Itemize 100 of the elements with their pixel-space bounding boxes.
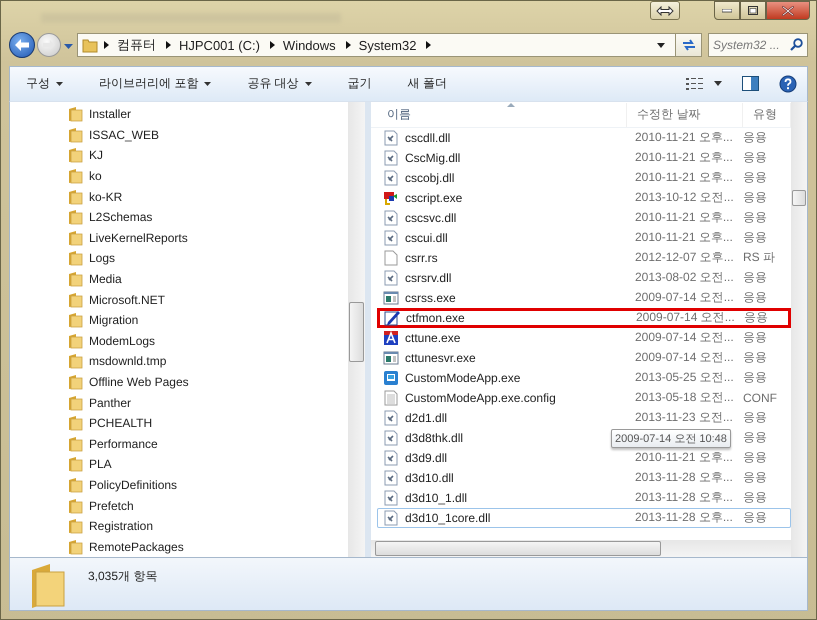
- toolbar-button[interactable]: 새 폴더: [398, 70, 458, 97]
- file-row[interactable]: csrr.rs 2012-12-07 오후... RS 파: [377, 248, 791, 268]
- folder-tree-item[interactable]: Performance: [68, 433, 348, 454]
- folder-tree-item[interactable]: Microsoft.NET: [68, 289, 348, 310]
- file-row[interactable]: cscobj.dll 2010-11-21 오후... 응용: [377, 168, 791, 188]
- maximize-button[interactable]: [740, 1, 766, 20]
- scroll-thumb[interactable]: [792, 190, 806, 206]
- column-header[interactable]: 수정한 날짜: [627, 102, 743, 127]
- folder-tree-item[interactable]: ISSAC_WEB: [68, 124, 348, 146]
- caret-icon: [714, 81, 722, 86]
- search-icon[interactable]: [790, 38, 803, 52]
- file-row[interactable]: CscMig.dll 2010-11-21 오후... 응용: [377, 148, 791, 168]
- folder-tree-item[interactable]: KJ: [68, 145, 348, 166]
- folder-tree-item[interactable]: PLA: [68, 454, 348, 475]
- breadcrumb-arrow-icon[interactable]: [166, 41, 171, 50]
- folder-tree-item[interactable]: Installer: [68, 104, 348, 125]
- folder-tree-item[interactable]: Migration: [68, 310, 348, 330]
- file-row[interactable]: d3d10_1core.dll 2013-11-28 오후... 응용: [377, 508, 791, 528]
- scrollbar[interactable]: [791, 102, 807, 557]
- file-row[interactable]: cscui.dll 2010-11-21 오후... 응용: [377, 228, 791, 248]
- folder-tree-item[interactable]: PCHEALTH: [68, 412, 348, 434]
- toolbar-button[interactable]: 공유 대상: [237, 70, 322, 97]
- date-text: 2013-05-25 오전...: [635, 369, 734, 386]
- toolbar-button[interactable]: 라이브러리에 포함: [89, 70, 222, 97]
- file-row[interactable]: cscdll.dll 2010-11-21 오후... 응용: [377, 128, 791, 148]
- folder-tree-item[interactable]: ko: [68, 166, 348, 186]
- file-name: d3d8thk.dll: [405, 430, 464, 445]
- folder-tree-item[interactable]: msdownld.tmp: [68, 351, 348, 372]
- date-text: 2009-07-14 오전...: [635, 349, 734, 366]
- folder-icon: [68, 147, 83, 164]
- scroll-thumb[interactable]: [349, 302, 364, 362]
- refresh-button[interactable]: [676, 33, 702, 58]
- breadcrumb[interactable]: System32: [358, 38, 416, 53]
- folder-icon: [68, 332, 83, 349]
- scrollbar[interactable]: [348, 102, 365, 557]
- folder-tree-item[interactable]: PolicyDefinitions: [68, 474, 348, 496]
- minimize-button[interactable]: [714, 1, 740, 20]
- close-button[interactable]: [766, 1, 810, 20]
- type-text: 응용: [743, 369, 767, 386]
- file-row[interactable]: cttunesvr.exe 2009-07-14 오전... 응용: [377, 348, 791, 368]
- file-row[interactable]: ctfmon.exe 2009-07-14 오전... 응용: [377, 308, 791, 328]
- file-row[interactable]: d3d9.dll 2010-11-21 오후... 응용: [377, 448, 791, 468]
- date-text: 2010-11-21 오후...: [635, 169, 733, 186]
- date-text: 2013-11-23 오전...: [635, 409, 733, 426]
- folder-icon: [68, 436, 83, 452]
- file-row[interactable]: d3d8thk.dll 2009-07-14 오전 10:48 응용: [377, 428, 791, 448]
- file-name: d3d10_1.dll: [405, 490, 468, 505]
- breadcrumb-arrow-icon[interactable]: [426, 41, 432, 50]
- back-button[interactable]: [9, 32, 35, 58]
- folder-tree-item[interactable]: ko-KR: [68, 186, 348, 207]
- file-row[interactable]: CustomModeApp.exe.config 2013-05-18 오전... CONF: [377, 388, 791, 408]
- scroll-thumb[interactable]: [375, 541, 661, 556]
- file-row[interactable]: csrsrv.dll 2013-08-02 오전... 응용: [377, 268, 791, 288]
- folder-icon: [68, 394, 83, 411]
- folder-icon: [68, 312, 83, 328]
- search-field[interactable]: System32 ...: [708, 33, 808, 58]
- type-text: 응용: [743, 449, 767, 466]
- folder-tree-item[interactable]: Registration: [68, 516, 348, 536]
- breadcrumb-arrow-icon[interactable]: [104, 41, 109, 50]
- folder-icon: [68, 415, 83, 432]
- file-name: cscui.dll: [405, 230, 448, 245]
- file-row[interactable]: d3d10_1.dll 2013-11-28 오후... 응용: [377, 488, 791, 508]
- folder-tree-item[interactable]: RemotePackages: [68, 536, 348, 557]
- folder-tree-item[interactable]: Logs: [68, 248, 348, 269]
- file-row[interactable]: cscsvc.dll 2010-11-21 오후... 응용: [377, 208, 791, 228]
- column-header[interactable]: 이름: [377, 102, 627, 127]
- file-row[interactable]: d3d10.dll 2013-11-28 오후... 응용: [377, 468, 791, 488]
- breadcrumb-arrow-icon[interactable]: [346, 41, 351, 50]
- horizontal-scrollbar[interactable]: [371, 540, 791, 557]
- folder-tree-item[interactable]: ModemLogs: [68, 330, 348, 352]
- file-row[interactable]: csrss.exe 2009-07-14 오전... 응용: [377, 288, 791, 308]
- file-icon: [383, 430, 399, 446]
- dropdown-caret-icon[interactable]: [657, 42, 665, 48]
- file-row[interactable]: CustomModeApp.exe 2013-05-25 오전... 응용: [377, 368, 791, 388]
- date-text: 2010-11-21 오후...: [635, 449, 733, 466]
- address-bar[interactable]: 컴퓨터 HJPC001 (C:) Windows System32: [77, 33, 676, 58]
- caret-icon[interactable]: [64, 44, 73, 50]
- file-row[interactable]: d2d1.dll 2013-11-23 오전... 응용: [377, 408, 791, 428]
- file-row[interactable]: cscript.exe 2013-10-12 오전... 응용: [377, 188, 791, 208]
- folder-tree-item[interactable]: Panther: [68, 392, 348, 413]
- file-icon: [383, 210, 399, 226]
- resize-button[interactable]: [650, 1, 680, 20]
- file-row[interactable]: cttune.exe 2009-07-14 오전... 응용: [377, 328, 791, 348]
- breadcrumb[interactable]: HJPC001 (C:): [179, 38, 260, 53]
- folder-tree-item[interactable]: Media: [68, 268, 348, 290]
- breadcrumb-arrow-icon[interactable]: [270, 41, 275, 50]
- folder-tree-item[interactable]: LiveKernelReports: [68, 228, 348, 248]
- file-name: cscsvc.dll: [405, 210, 456, 225]
- folder-tree-item[interactable]: Prefetch: [68, 495, 348, 516]
- folder-tree-item[interactable]: L2Schemas: [68, 206, 348, 228]
- date-text: 2010-11-21 오후...: [635, 149, 733, 166]
- toolbar-button[interactable]: 굽기: [338, 70, 382, 97]
- date-text: 2009-07-14 오전...: [635, 289, 734, 306]
- folder-tree-item[interactable]: Offline Web Pages: [68, 372, 348, 392]
- breadcrumb[interactable]: Windows: [282, 38, 336, 53]
- toolbar-button[interactable]: 구성: [16, 70, 73, 97]
- left-arrow-icon: [14, 38, 30, 52]
- type-text: 응용: [743, 409, 767, 426]
- file-name: cscobj.dll: [405, 170, 454, 185]
- breadcrumb[interactable]: 컴퓨터: [117, 36, 156, 54]
